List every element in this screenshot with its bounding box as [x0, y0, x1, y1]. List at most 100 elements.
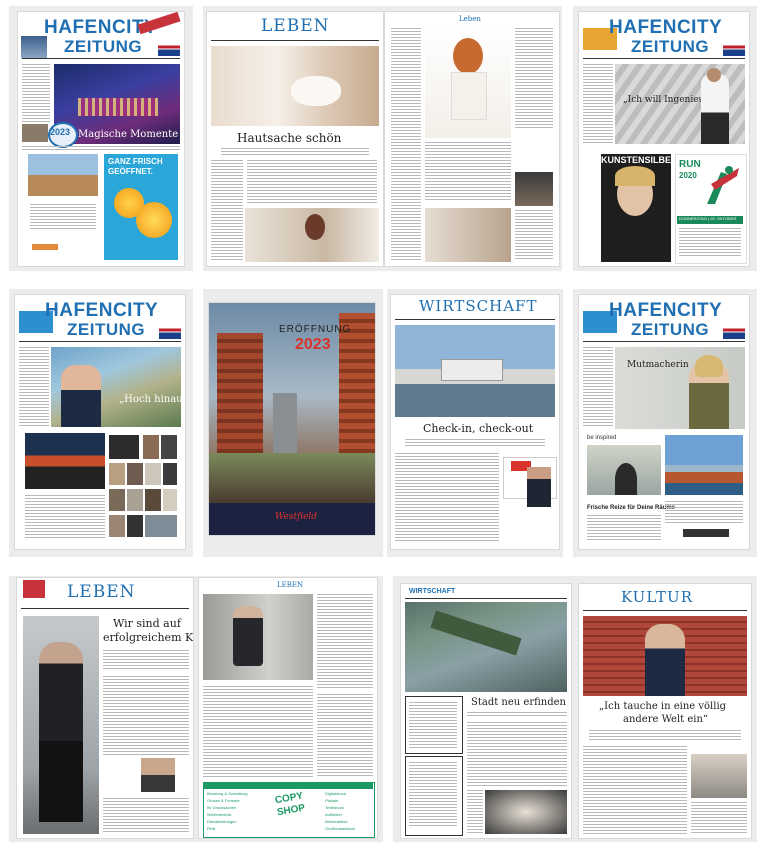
section-rule [211, 40, 379, 41]
masthead-badge [137, 12, 181, 35]
hamburg-flag-icon [159, 325, 181, 339]
grid-thumb [143, 435, 159, 459]
hamburg-flag-icon [723, 325, 745, 339]
section-title: LEBEN [261, 16, 330, 36]
masthead-rule [583, 58, 745, 59]
text-column-b [515, 28, 553, 128]
section-rule [21, 608, 189, 609]
tile-leben-spread[interactable]: LEBEN Hautsache schön Leben [203, 6, 562, 271]
masthead-rule [583, 341, 745, 342]
section-title: KULTUR [621, 588, 693, 606]
tile-hafencity-cover-3[interactable]: HAFENCITY ZEITUNG „Hoch hinaus [9, 289, 193, 557]
masthead-line1: HAFENCITY [609, 300, 723, 321]
text-column-c [317, 694, 373, 778]
portrait-face [305, 214, 325, 240]
ad-item-left: Ihr Drucksachen [207, 805, 237, 810]
grid-thumb [145, 463, 161, 485]
cover-title-1: ERÖFFNUNG [279, 324, 352, 335]
ad-left-title: KUNSTENSILBER [601, 155, 678, 165]
redhead-body [451, 72, 487, 120]
ad-item-left: Beratung & Gestaltung [207, 791, 248, 796]
running-head: Leben [459, 15, 481, 23]
tile-eroeffnung-cover[interactable]: ERÖFFNUNG 2023 Westfield [203, 289, 383, 557]
ad-item-right: Aufkleber [325, 812, 342, 817]
bottom-strip-text [22, 146, 180, 152]
ad-right-title-1: RUN [679, 159, 701, 170]
meeting-photo [485, 790, 567, 834]
headline-line2: erfolgreichem Kurs! [103, 631, 193, 644]
ad-item-left: Dienstleistungen [207, 819, 237, 824]
ad-text-right [665, 501, 743, 525]
woman-hair [695, 355, 723, 377]
ad-label: be inspired [587, 435, 617, 441]
section-title: WIRTSCHAFT [419, 297, 538, 315]
man-body [39, 642, 83, 822]
column-text [467, 722, 567, 786]
text-column-b [203, 686, 313, 778]
left-column-text [583, 347, 613, 427]
tile-wirtschaft-page[interactable]: WIRTSCHAFT Check-in, check-out [387, 289, 563, 557]
man-portrait [645, 624, 685, 696]
masthead-line2: ZEITUNG [64, 37, 143, 56]
newspaper-page-right: Leben [385, 12, 559, 266]
masthead-rule [19, 341, 181, 342]
headline: Mutmacherin [627, 360, 689, 370]
left-thumb [22, 124, 48, 142]
running-head: LEBEN [277, 581, 304, 589]
man-portrait [61, 365, 101, 427]
newspaper-page: HAFENCITY ZEITUNG „Hoch hinaus [15, 295, 185, 549]
ad-text [25, 495, 105, 539]
section-title: WIRTSCHAFT [409, 588, 456, 595]
headline: Check-in, check-out [423, 422, 534, 435]
ad-headline: Frische Reize für Deine Räume [587, 505, 676, 511]
tile-hafencity-cover-2[interactable]: HAFENCITY ZEITUNG „Ich will Ingenieure K… [573, 6, 757, 271]
masthead-line2: ZEITUNG [631, 320, 710, 339]
section-title: LEBEN [67, 582, 136, 602]
intro-text [467, 712, 567, 718]
grid-thumb [127, 489, 143, 511]
man-figure [701, 74, 729, 144]
tile-leben-spread-2[interactable]: LEBEN Wir sind auf erfolgreichem Kurs! L… [9, 576, 383, 842]
redhead-hair [453, 38, 483, 74]
grid-thumb [161, 435, 177, 459]
column-text [583, 746, 687, 834]
column-text [211, 160, 243, 260]
grid-thumb [127, 515, 143, 537]
small-photo [21, 36, 47, 58]
ad-headline-1: GANZ FRISCH [108, 157, 163, 166]
ad-text-block [30, 204, 96, 230]
grid-thumb [145, 489, 161, 511]
grid-thumb [109, 515, 125, 537]
ad-photo-building [28, 154, 98, 196]
ad-left-hair [615, 166, 655, 186]
column-text-2 [691, 802, 747, 834]
orange-slice-icon [136, 202, 172, 238]
man-sitting-figure [233, 606, 263, 666]
ad-item-left: Grosse & Formate [207, 798, 240, 803]
headline: Hautsache schön [237, 131, 342, 145]
intro-text [221, 148, 369, 156]
grid-thumb [145, 515, 177, 537]
grid-thumb [163, 489, 177, 511]
left-column-text [22, 64, 50, 122]
ad-item-right: Plakate [325, 798, 339, 803]
ad-photo-elphi [665, 435, 743, 495]
text-column-a [391, 28, 421, 262]
grid-thumb [109, 489, 125, 511]
column-text [103, 676, 189, 756]
section-rule [405, 598, 567, 599]
magazine-cover: ERÖFFNUNG 2023 Westfield [209, 303, 375, 535]
headline-line1: Wir sind auf [113, 617, 181, 630]
intro-text [103, 650, 189, 670]
inset-portrait [141, 758, 175, 792]
ad-right-title-2: 2020 [679, 171, 697, 180]
newspaper-page: HAFENCITY ZEITUNG „Ich will Ingenieure K… [579, 12, 749, 266]
hamburg-badge-icon [23, 580, 45, 598]
section-rule [395, 319, 555, 320]
headline: „Hoch hinaus [119, 394, 185, 405]
masthead-line2: ZEITUNG [631, 37, 710, 56]
tile-hafencity-cover-1[interactable]: HAFENCITY ZEITUNG Magische Momente 2023 … [9, 6, 193, 271]
tile-hafencity-cover-4[interactable]: HAFENCITY ZEITUNG Mutmacherin be inspire… [573, 289, 757, 557]
ad-photo-silhouette [615, 463, 637, 495]
tile-wirtschaft-kultur-spread[interactable]: WIRTSCHAFT Stadt neu erfinden KULTUR „Ic… [393, 576, 757, 842]
